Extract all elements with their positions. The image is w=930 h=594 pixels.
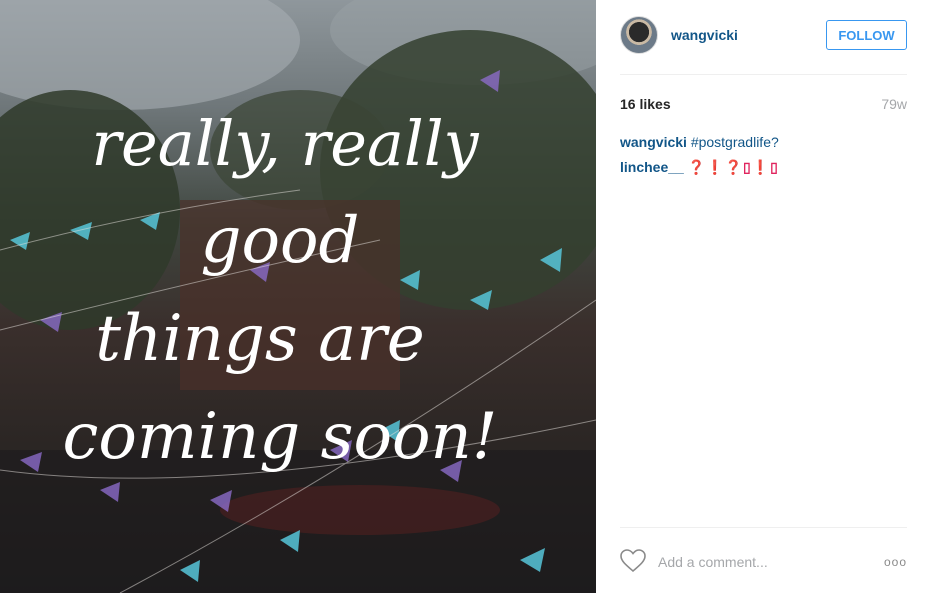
post-header: wangvicki FOLLOW — [620, 14, 907, 75]
likes-count[interactable]: 16 likes — [620, 96, 671, 112]
caption-hashtag[interactable]: #postgradlife? — [691, 134, 779, 150]
follow-button[interactable]: FOLLOW — [826, 20, 907, 50]
username-link[interactable]: wangvicki — [671, 27, 738, 43]
photo-text-line-1: really, really — [91, 107, 479, 180]
photo-text-line-2: good — [201, 204, 360, 278]
comment-bar: Add a comment... ooo — [620, 527, 907, 594]
post-age[interactable]: 79w — [881, 96, 907, 112]
post-side-panel: wangvicki FOLLOW 16 likes 79w wangvicki … — [596, 0, 930, 593]
more-options-icon[interactable]: ooo — [884, 555, 907, 569]
comment-username[interactable]: linchee__ — [620, 159, 684, 175]
caption: wangvicki #postgradlife? — [620, 133, 779, 151]
photo-text-line-3: things are — [95, 302, 424, 376]
add-comment-input[interactable]: Add a comment... — [658, 554, 768, 570]
comment-item: linchee__ ❓❗❓▯❗▯ — [620, 158, 779, 176]
comment-text: ❓❗❓▯❗▯ — [687, 159, 779, 175]
heart-icon[interactable] — [620, 549, 646, 573]
avatar[interactable] — [620, 16, 658, 54]
photo-scene: really, really good things are coming so… — [0, 0, 596, 593]
caption-username[interactable]: wangvicki — [620, 134, 687, 150]
post-photo[interactable]: really, really good things are coming so… — [0, 0, 596, 593]
photo-text-line-4: coming soon! — [63, 400, 498, 474]
